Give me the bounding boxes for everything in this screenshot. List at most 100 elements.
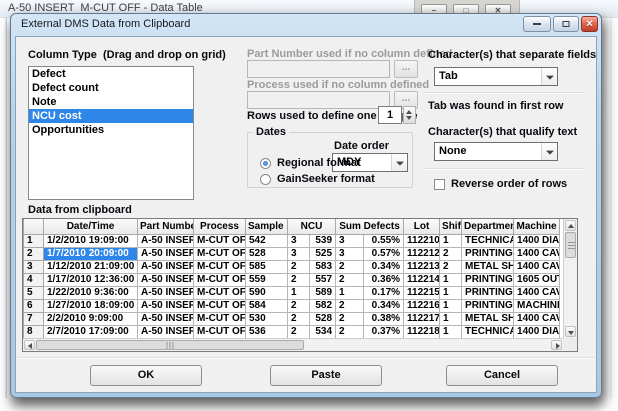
- list-item[interactable]: Defect count: [29, 81, 193, 95]
- column-header[interactable]: Shift: [440, 219, 462, 234]
- list-item[interactable]: Note: [29, 95, 193, 109]
- cell[interactable]: 3: [336, 247, 364, 260]
- paste-button[interactable]: Paste: [270, 365, 382, 386]
- field-separator-select[interactable]: Tab: [434, 67, 558, 86]
- cell[interactable]: 112213: [404, 260, 440, 273]
- cell[interactable]: 112216: [404, 299, 440, 312]
- cell[interactable]: M-CUT OFF: [194, 299, 246, 312]
- cell[interactable]: 1/22/2010 9:36:00: [44, 286, 138, 299]
- row-number-cell[interactable]: 2: [24, 247, 44, 260]
- cell[interactable]: 112214: [404, 273, 440, 286]
- cell[interactable]: 2/7/2010 17:09:00: [44, 325, 138, 338]
- rows-per-sample-stepper[interactable]: 1: [378, 106, 416, 124]
- cell[interactable]: A-50 INSERT: [138, 247, 194, 260]
- radio-gainseeker-format[interactable]: GainSeeker format: [260, 174, 390, 187]
- cell[interactable]: M-CUT OFF: [194, 260, 246, 273]
- cell[interactable]: 2: [288, 273, 310, 286]
- cell[interactable]: 1: [440, 286, 462, 299]
- cell[interactable]: PRINTING: [462, 247, 514, 260]
- radio-regional-format[interactable]: Regional format: [260, 158, 380, 171]
- spinner-down-icon[interactable]: [406, 116, 412, 120]
- cell[interactable]: 2: [288, 312, 310, 325]
- cell[interactable]: 528: [310, 312, 336, 325]
- column-header[interactable]: Process: [194, 219, 246, 234]
- list-item[interactable]: Defect: [29, 67, 193, 81]
- cell[interactable]: 1: [440, 312, 462, 325]
- list-item[interactable]: NCU cost: [29, 109, 193, 123]
- cell[interactable]: 1/27/2010 18:09:00: [44, 299, 138, 312]
- cell[interactable]: 536: [246, 325, 288, 338]
- cell[interactable]: 542: [246, 234, 288, 247]
- cell[interactable]: 2: [440, 260, 462, 273]
- cell[interactable]: 2: [288, 299, 310, 312]
- column-header[interactable]: NCU: [288, 219, 336, 234]
- cell[interactable]: 528: [246, 247, 288, 260]
- cell[interactable]: 1/2/2010 19:09:00: [44, 234, 138, 247]
- cell[interactable]: M-CUT OFF: [194, 325, 246, 338]
- cell[interactable]: 2: [336, 325, 364, 338]
- column-header[interactable]: Part Number: [138, 219, 194, 234]
- cell[interactable]: METAL SHOP: [462, 260, 514, 273]
- row-number-cell[interactable]: 4: [24, 273, 44, 286]
- cell[interactable]: 3: [288, 234, 310, 247]
- spinner-buttons[interactable]: [403, 106, 416, 124]
- cell[interactable]: 590: [246, 286, 288, 299]
- cell[interactable]: PRINTING: [462, 299, 514, 312]
- cell[interactable]: 1: [288, 286, 310, 299]
- cell[interactable]: 0.37%: [364, 325, 404, 338]
- cell[interactable]: 1: [440, 299, 462, 312]
- cell[interactable]: 1400 CAVIT: [514, 260, 560, 273]
- scroll-left-button[interactable]: [24, 340, 35, 350]
- cell[interactable]: 2: [336, 299, 364, 312]
- cell[interactable]: METAL SHOP: [462, 312, 514, 325]
- cell[interactable]: A-50 INSERT: [138, 286, 194, 299]
- row-number-cell[interactable]: 8: [24, 325, 44, 338]
- cell[interactable]: 2: [336, 312, 364, 325]
- cell[interactable]: 525: [310, 247, 336, 260]
- cell[interactable]: 2: [288, 260, 310, 273]
- cell[interactable]: M-CUT OFF: [194, 234, 246, 247]
- cell[interactable]: 557: [310, 273, 336, 286]
- cell[interactable]: 1: [440, 273, 462, 286]
- cell[interactable]: 2/2/2010 9:09:00: [44, 312, 138, 325]
- text-qualifier-select[interactable]: None: [434, 142, 558, 161]
- cell[interactable]: A-50 INSERT: [138, 234, 194, 247]
- cell[interactable]: 1400 CAVIT: [514, 286, 560, 299]
- column-header[interactable]: Sample size: [246, 219, 288, 234]
- cell[interactable]: 539: [310, 234, 336, 247]
- cell[interactable]: 559: [246, 273, 288, 286]
- column-header[interactable]: Department: [462, 219, 514, 234]
- row-number-cell[interactable]: 3: [24, 260, 44, 273]
- cell[interactable]: 1400 DIAMI: [514, 325, 560, 338]
- cell[interactable]: 583: [310, 260, 336, 273]
- cell[interactable]: 0.34%: [364, 260, 404, 273]
- cell[interactable]: MACHINE T: [514, 299, 560, 312]
- column-header[interactable]: Machine: [514, 219, 560, 234]
- reverse-rows-checkbox[interactable]: Reverse order of rows: [434, 179, 584, 192]
- horizontal-scroll-thumb[interactable]: [36, 340, 304, 350]
- cell[interactable]: 1400 DIAMI: [514, 234, 560, 247]
- cell[interactable]: 1400 CAVIT: [514, 247, 560, 260]
- cell[interactable]: A-50 INSERT: [138, 312, 194, 325]
- row-number-cell[interactable]: 5: [24, 286, 44, 299]
- row-number-cell[interactable]: 1: [24, 234, 44, 247]
- column-header[interactable]: Lot: [404, 219, 440, 234]
- column-header[interactable]: [24, 219, 44, 234]
- cell[interactable]: 0.36%: [364, 273, 404, 286]
- vertical-scrollbar[interactable]: [563, 219, 577, 338]
- cell[interactable]: 112218: [404, 325, 440, 338]
- column-header[interactable]: Sum Defects: [336, 219, 404, 234]
- cell[interactable]: TECHNICAL: [462, 325, 514, 338]
- cell[interactable]: 530: [246, 312, 288, 325]
- spinner-up-icon[interactable]: [406, 110, 412, 114]
- list-item[interactable]: Opportunities: [29, 123, 193, 137]
- cell[interactable]: 0.17%: [364, 286, 404, 299]
- cell[interactable]: 1: [440, 234, 462, 247]
- row-number-cell[interactable]: 7: [24, 312, 44, 325]
- cell[interactable]: A-50 INSERT: [138, 273, 194, 286]
- row-number-cell[interactable]: 6: [24, 299, 44, 312]
- column-type-listbox[interactable]: DefectDefect countNoteNCU costOpportunit…: [28, 66, 194, 200]
- scroll-down-button[interactable]: [565, 326, 576, 337]
- cell[interactable]: 3: [288, 247, 310, 260]
- cancel-button[interactable]: Cancel: [446, 365, 558, 386]
